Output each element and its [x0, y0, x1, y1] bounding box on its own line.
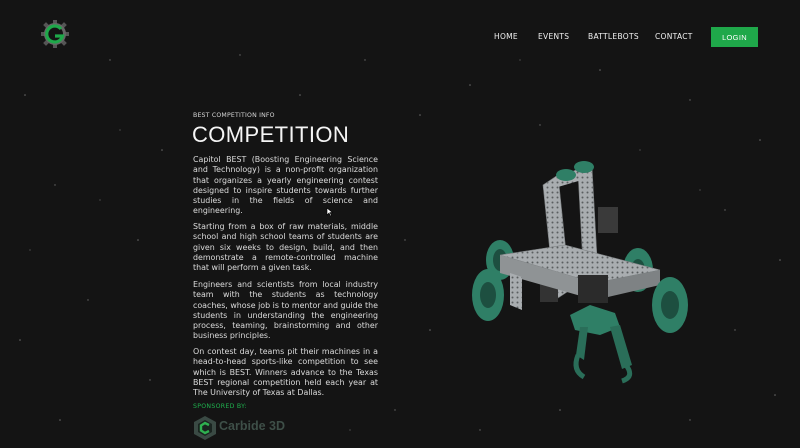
paragraph-task: Starting from a box of raw materials, mi…	[193, 222, 378, 273]
mouse-cursor-icon	[326, 207, 334, 217]
section-eyebrow: BEST COMPETITION INFO	[193, 112, 275, 119]
nav-link-home[interactable]: HOME	[494, 32, 518, 41]
page-title: COMPETITION	[192, 122, 350, 147]
robot-render	[472, 161, 688, 384]
nav-link-events[interactable]: EVENTS	[538, 32, 569, 41]
login-button[interactable]: LOGIN	[711, 27, 758, 47]
paragraph-contest-day: On contest day, teams pit their machines…	[193, 347, 378, 398]
wheel-front-left	[472, 269, 504, 321]
nav-link-battlebots[interactable]: BATTLEBOTS	[588, 32, 639, 41]
paragraph-intro: Capitol BEST (Boosting Engineering Scien…	[193, 155, 378, 216]
top-navigation: HOME EVENTS BATTLEBOTS CONTACT LOGIN	[0, 27, 800, 47]
sponsor-name[interactable]: Carbide 3D	[219, 419, 285, 433]
sponsor-label: SPONSORED BY:	[193, 403, 247, 410]
paragraph-mentors: Engineers and scientists from local indu…	[193, 280, 378, 341]
wheel-front-right	[652, 277, 688, 333]
carbide3d-logo-icon[interactable]	[193, 415, 217, 441]
nav-link-contact[interactable]: CONTACT	[655, 32, 693, 41]
